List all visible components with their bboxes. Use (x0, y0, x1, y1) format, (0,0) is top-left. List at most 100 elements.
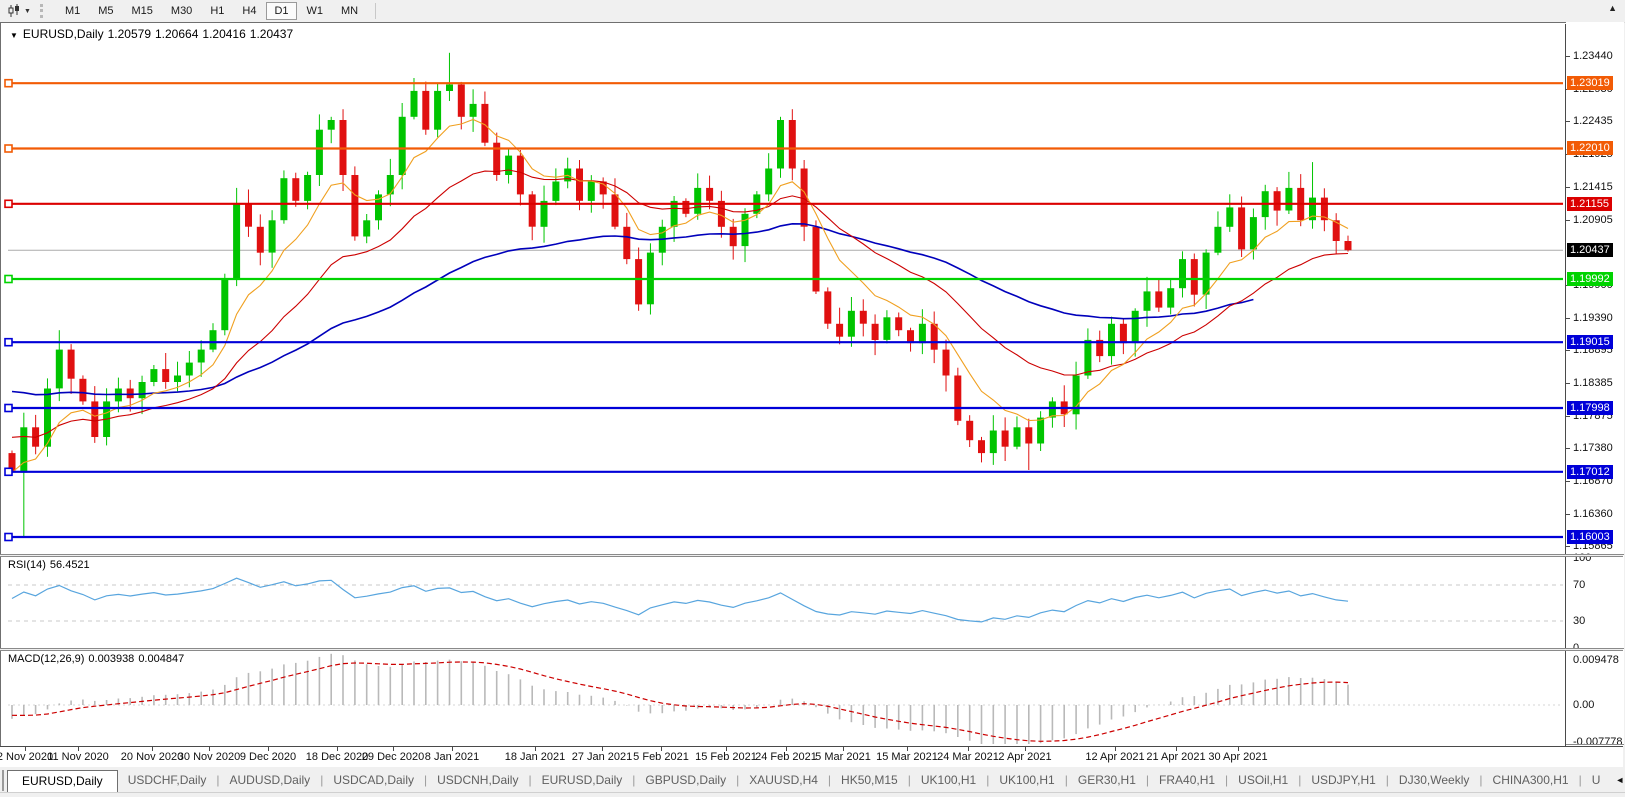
chart-tab-hk50-m15[interactable]: HK50,M15 (831, 770, 908, 792)
level-line-handle[interactable] (5, 468, 12, 475)
chevron-down-icon[interactable]: ▼ (24, 8, 31, 15)
candle-body (872, 324, 879, 340)
chart-tab-usoil-h1[interactable]: USOil,H1 (1228, 770, 1298, 792)
candle-body (813, 227, 820, 292)
chart-tab-usdchf-daily[interactable]: USDCHF,Daily (118, 770, 217, 792)
panel-splitter[interactable] (0, 648, 1623, 651)
level-line-handle[interactable] (5, 339, 12, 346)
macd-panel-canvas[interactable] (2, 651, 1563, 744)
price-level-tag: 1.19992 (1567, 272, 1613, 286)
chart-tab-usdcnh-daily[interactable]: USDCNH,Daily (427, 770, 528, 792)
chart-tab-u[interactable]: U (1582, 770, 1611, 792)
date-axis-label: 12 Apr 2021 (1085, 751, 1144, 763)
candle-body (1014, 427, 1021, 446)
candle-body (1025, 427, 1032, 443)
level-line-handle[interactable] (5, 534, 12, 541)
timeframe-button-m15[interactable]: M15 (124, 2, 161, 20)
chart-tab-eurusd-daily[interactable]: EURUSD,Daily (532, 770, 633, 792)
candle-body (79, 379, 86, 402)
candle-body (68, 350, 75, 379)
date-axis[interactable]: 2 Nov 202011 Nov 202020 Nov 202030 Nov 2… (0, 746, 1623, 767)
chart-tab-uk100-h1[interactable]: UK100,H1 (911, 770, 986, 792)
candle-body (765, 169, 772, 195)
price-axis[interactable]: 1.234401.229301.224351.219251.214151.209… (1566, 22, 1624, 746)
candle-body (91, 401, 98, 437)
candlestick-chart-icon[interactable] (4, 2, 24, 20)
timeframe-button-d1[interactable]: D1 (266, 2, 296, 20)
ma-line-slow (12, 224, 1253, 395)
candle-body (730, 227, 737, 246)
candle-body (943, 350, 950, 376)
main-chart-canvas[interactable] (2, 24, 1563, 554)
candle-body (635, 259, 642, 304)
toolbar-separator (375, 3, 376, 19)
level-line-handle[interactable] (5, 276, 12, 283)
timeframe-button-m30[interactable]: M30 (163, 2, 200, 20)
candle-body (434, 91, 441, 130)
date-axis-label: 15 Mar 2021 (876, 751, 938, 763)
macd-label: MACD(12,26,9)0.0039380.004847 (8, 653, 188, 665)
rsi-title: RSI(14) (8, 559, 46, 571)
price-level-tag: 1.17998 (1567, 401, 1613, 415)
level-line-handle[interactable] (5, 405, 12, 412)
tabbar-grip-handle[interactable] (2, 770, 4, 791)
chart-tab-ger30-h1[interactable]: GER30,H1 (1068, 770, 1146, 792)
candle-body (245, 204, 252, 227)
level-line-handle[interactable] (5, 145, 12, 152)
candle-body (1049, 401, 1056, 417)
rsi-axis-label: 30 (1573, 615, 1585, 627)
candle-body (316, 130, 323, 175)
timeframe-button-m1[interactable]: M1 (57, 2, 88, 20)
chart-tab-uk100-h1[interactable]: UK100,H1 (989, 770, 1064, 792)
candle-body (777, 120, 784, 169)
macd-axis-label: 0.00 (1573, 699, 1594, 711)
toolbar-overflow-icon[interactable]: ▲ (1608, 3, 1617, 13)
price-axis-tick-label: 1.19390 (1573, 312, 1613, 324)
candle-body (1108, 324, 1115, 356)
candle-body (210, 330, 217, 349)
candle-body (292, 178, 299, 201)
toolbar-grip-handle[interactable] (40, 4, 48, 18)
price-axis-tick (1566, 318, 1570, 319)
candle-body (824, 291, 831, 323)
macd-main-value: 0.003938 (88, 653, 134, 665)
level-line-handle[interactable] (5, 200, 12, 207)
candle-body (789, 120, 796, 169)
chart-symbol-period: EURUSD,Daily (23, 27, 104, 41)
chart-tab-fra40-h1[interactable]: FRA40,H1 (1149, 770, 1225, 792)
macd-axis-label: -0.007778 (1573, 736, 1623, 748)
candle-body (552, 182, 559, 201)
scroll-left-icon[interactable]: ◄ (1610, 775, 1625, 785)
chart-tab-china300-h1[interactable]: CHINA300,H1 (1483, 770, 1579, 792)
price-axis-tick (1566, 481, 1570, 482)
chart-tab-dj30-weekly[interactable]: DJ30,Weekly (1389, 770, 1479, 792)
price-axis-tick-label: 1.16360 (1573, 508, 1613, 520)
candle-body (56, 350, 63, 389)
chart-tab-eurusd-daily[interactable]: EURUSD,Daily (7, 770, 118, 792)
chart-tab-usdcad-daily[interactable]: USDCAD,Daily (323, 770, 424, 792)
panel-splitter[interactable] (0, 554, 1623, 557)
triangle-down-icon[interactable]: ▼ (10, 31, 18, 40)
candle-body (860, 311, 867, 324)
rsi-panel-canvas[interactable] (2, 557, 1563, 648)
candle-body (706, 188, 713, 201)
candle-body (1345, 241, 1352, 250)
price-level-tag: 1.19015 (1567, 335, 1613, 349)
date-axis-label: 18 Dec 2020 (306, 751, 368, 763)
timeframe-button-mn[interactable]: MN (333, 2, 366, 20)
candle-body (1002, 431, 1009, 447)
chart-tab-gbpusd-daily[interactable]: GBPUSD,Daily (635, 770, 736, 792)
chart-tab-usdjpy-h1[interactable]: USDJPY,H1 (1301, 770, 1385, 792)
candle-body (623, 227, 630, 259)
timeframe-button-h1[interactable]: H1 (202, 2, 232, 20)
level-line-handle[interactable] (5, 80, 12, 87)
candle-body (919, 324, 926, 343)
chart-tab-audusd-daily[interactable]: AUDUSD,Daily (220, 770, 321, 792)
price-level-tag: 1.23019 (1567, 76, 1613, 90)
timeframe-button-m5[interactable]: M5 (90, 2, 121, 20)
timeframe-button-h4[interactable]: H4 (234, 2, 264, 20)
price-axis-tick (1566, 514, 1570, 515)
rsi-label: RSI(14)56.4521 (8, 559, 94, 571)
timeframe-button-w1[interactable]: W1 (299, 2, 332, 20)
chart-tab-xauusd-h4[interactable]: XAUUSD,H4 (739, 770, 828, 792)
